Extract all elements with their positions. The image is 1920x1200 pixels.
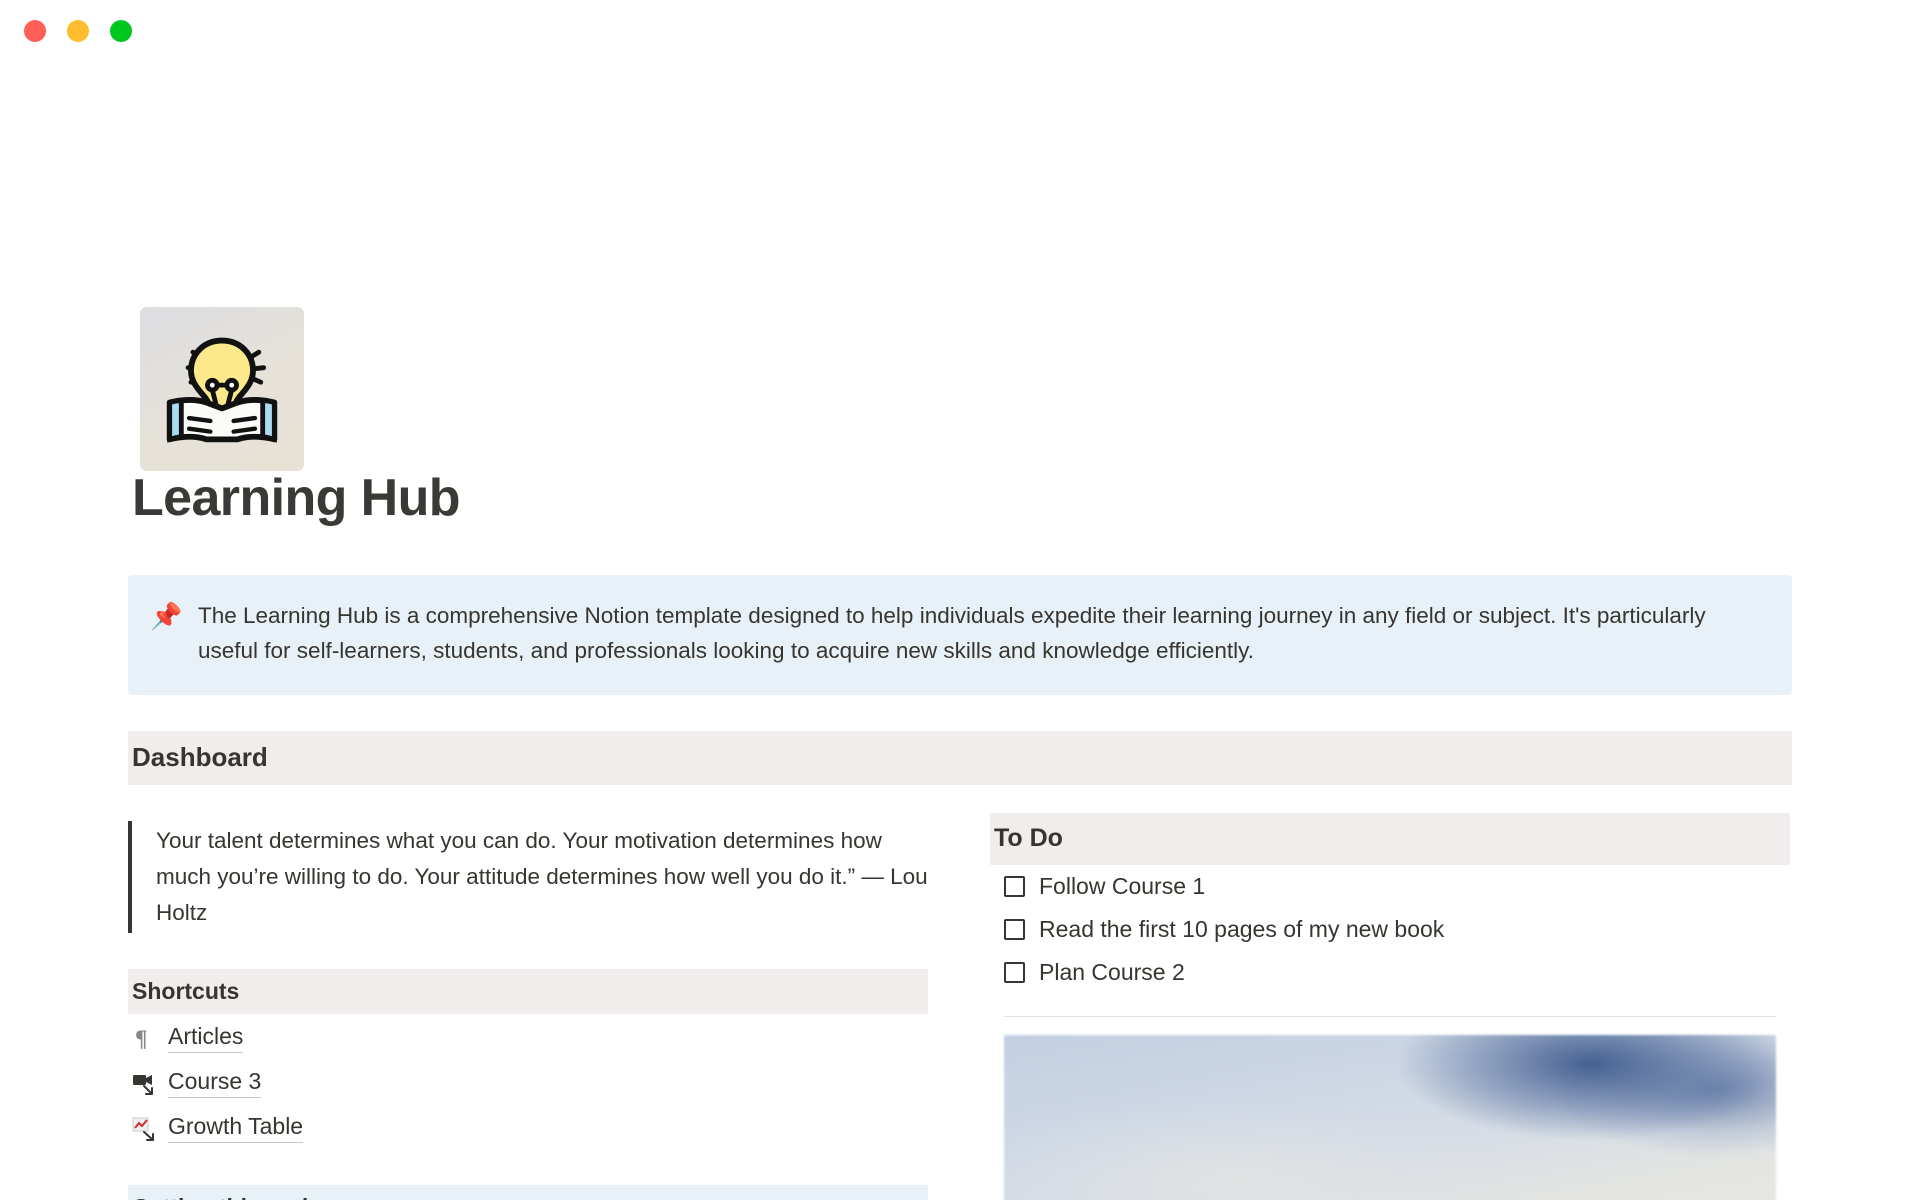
dashboard-heading: Dashboard bbox=[128, 730, 1792, 785]
shortcut-label: Growth Table bbox=[168, 1113, 304, 1143]
dashboard-right-column: To Do Follow Course 1 Read the first 10 … bbox=[990, 812, 1790, 1200]
todo-label: Plan Course 2 bbox=[1039, 958, 1185, 985]
minimize-button[interactable] bbox=[67, 20, 89, 42]
todo-checkbox[interactable] bbox=[1004, 875, 1025, 897]
todo-checkbox[interactable] bbox=[1004, 961, 1025, 983]
getting-things-done-heading: Getting things done bbox=[128, 1184, 928, 1200]
close-button[interactable] bbox=[24, 20, 46, 42]
todo-item[interactable]: Plan Course 2 bbox=[990, 951, 1790, 994]
todo-label: Read the first 10 pages of my new book bbox=[1039, 915, 1445, 942]
chart-increasing-icon bbox=[132, 1115, 158, 1141]
todo-item[interactable]: Follow Course 1 bbox=[990, 865, 1790, 908]
video-camera-icon bbox=[132, 1070, 158, 1096]
cover-title: Learning Hub bbox=[674, 152, 1246, 254]
page-content: Learning Hub 📌 The Learning Hub is a com… bbox=[0, 469, 1920, 1200]
todo-item[interactable]: Read the first 10 pages of my new book bbox=[990, 908, 1790, 951]
blurred-sky-photo[interactable] bbox=[1004, 1034, 1776, 1200]
todo-checkbox[interactable] bbox=[1004, 918, 1025, 940]
shortcut-articles[interactable]: ¶ Articles bbox=[128, 1014, 928, 1059]
dashboard-left-column: Your talent determines what you can do. … bbox=[128, 813, 928, 1200]
lightbulb-over-open-book-icon bbox=[166, 337, 278, 443]
window-titlebar bbox=[0, 0, 1920, 62]
pushpin-icon: 📌 bbox=[150, 601, 183, 632]
shortcut-growth-table[interactable]: Growth Table bbox=[128, 1104, 928, 1149]
page-title: Learning Hub bbox=[132, 469, 461, 527]
svg-text:¶: ¶ bbox=[135, 1026, 147, 1051]
shortcuts-heading: Shortcuts bbox=[128, 968, 928, 1014]
intro-callout: 📌 The Learning Hub is a comprehensive No… bbox=[128, 575, 1792, 695]
intro-callout-text: The Learning Hub is a comprehensive Noti… bbox=[198, 603, 1706, 664]
section-divider bbox=[1004, 1015, 1776, 1017]
shortcut-label: Course 3 bbox=[168, 1068, 262, 1098]
traffic-lights bbox=[24, 20, 132, 42]
todo-heading: To Do bbox=[990, 812, 1790, 865]
pilcrow-icon: ¶ bbox=[132, 1025, 158, 1051]
todo-label: Follow Course 1 bbox=[1039, 872, 1206, 899]
shortcut-label: Articles bbox=[168, 1023, 244, 1053]
maximize-button[interactable] bbox=[110, 20, 132, 42]
page-icon[interactable] bbox=[140, 307, 304, 471]
motivation-quote: Your talent determines what you can do. … bbox=[128, 820, 928, 933]
app-window: Learning Hub Learning Hub 📌 The Learning… bbox=[0, 0, 1920, 1200]
shortcut-course-3[interactable]: Course 3 bbox=[128, 1059, 928, 1104]
dashboard-columns: Your talent determines what you can do. … bbox=[128, 812, 1792, 1200]
